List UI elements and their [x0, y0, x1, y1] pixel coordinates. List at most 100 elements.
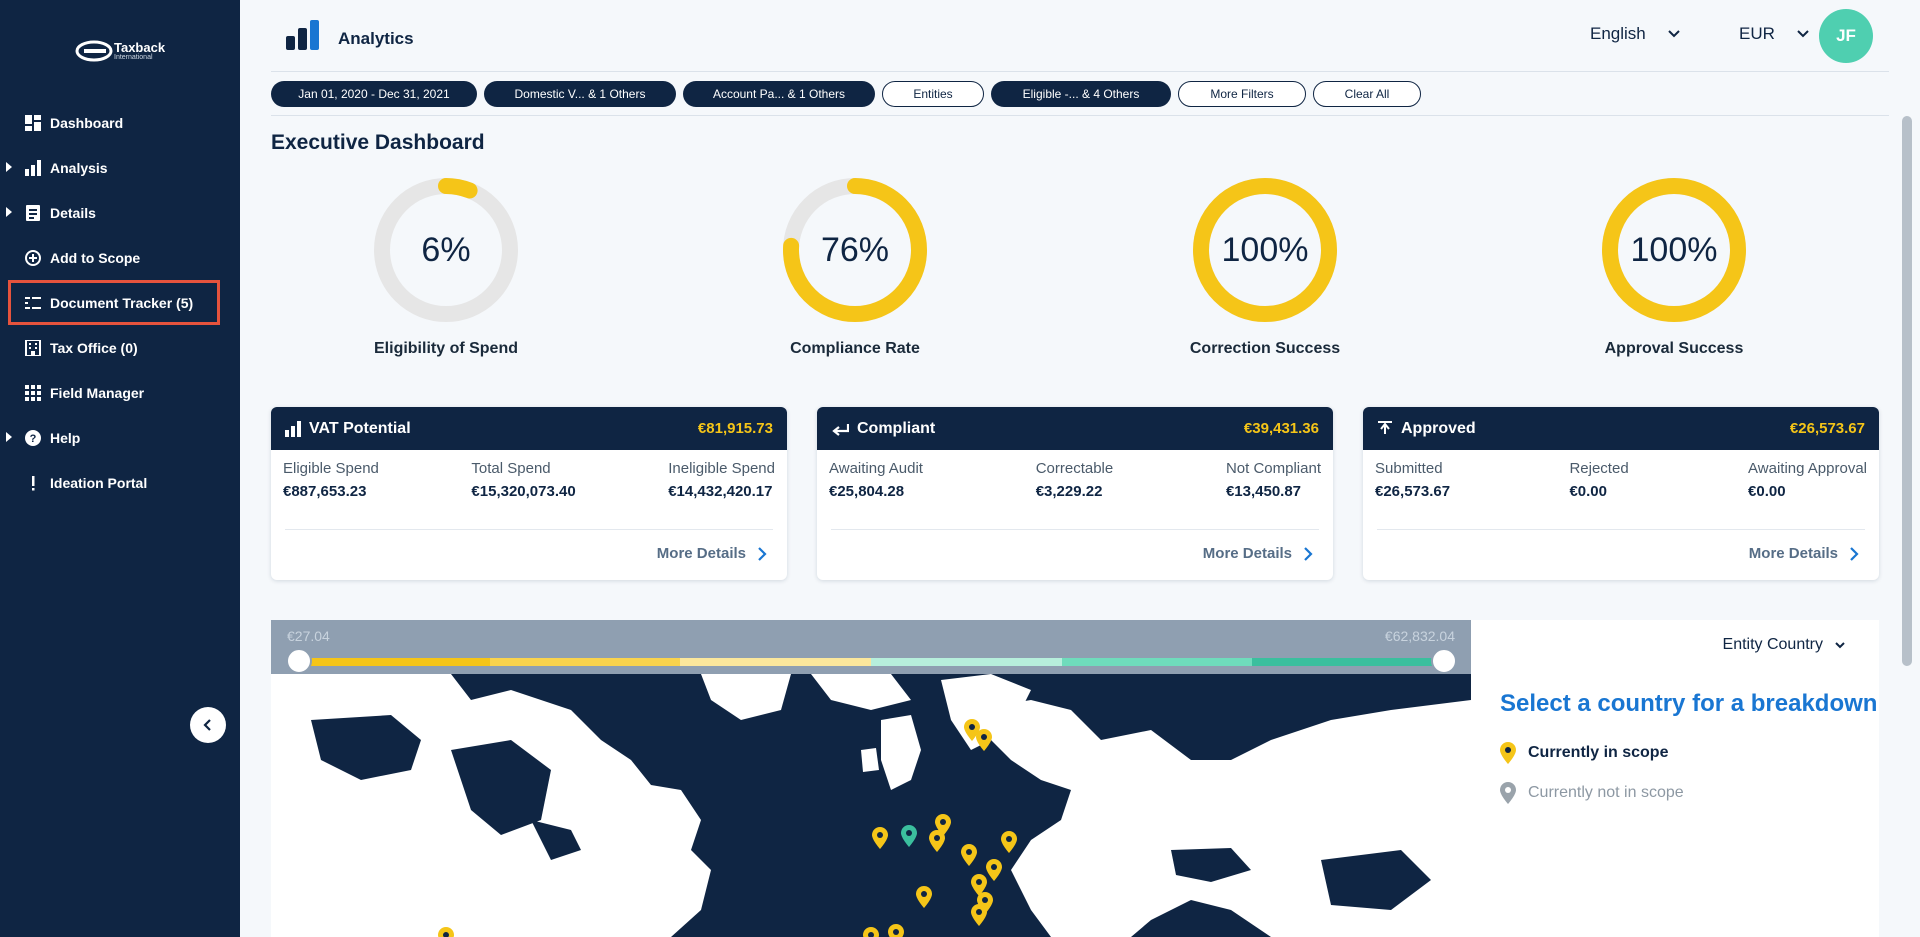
pin-icon: [438, 927, 454, 937]
filter-chip[interactable]: Jan 01, 2020 - Dec 31, 2021: [271, 81, 477, 107]
currency-selector[interactable]: EUR: [1739, 24, 1809, 44]
page-header-title: Analytics: [338, 29, 414, 48]
sidebar-item-label: Document Tracker (5): [50, 294, 194, 311]
sidebar-item-add-to-scope[interactable]: Add to Scope: [0, 235, 240, 280]
summary-card: Approved €26,573.67 Submitted €26,573.67 Rej…: [1363, 407, 1879, 580]
dashboard-title: Executive Dashboard: [271, 131, 485, 154]
pin-icon: [971, 904, 987, 926]
card-metric-value: €26,573.67: [1375, 483, 1451, 500]
pin-icon: [1001, 831, 1017, 853]
sidebar-item-label: Help: [50, 429, 81, 446]
sidebar-item-label: Analysis: [50, 159, 108, 176]
pin-yellow-icon: [1500, 742, 1516, 764]
filter-chip[interactable]: Clear All: [1313, 81, 1421, 107]
expand-caret-icon: [6, 432, 12, 442]
more-details-link[interactable]: More Details: [1203, 545, 1313, 562]
sidebar-item-dashboard[interactable]: Dashboard: [0, 100, 240, 145]
help-icon: ?: [24, 429, 42, 447]
filter-chip[interactable]: Entities: [882, 81, 984, 107]
card-metric: Ineligible Spend €14,432,420.17: [668, 460, 775, 500]
map-pin[interactable]: [901, 825, 917, 847]
range-min-handle[interactable]: [286, 648, 312, 674]
collapse-sidebar-button[interactable]: [190, 707, 226, 743]
sidebar-item-label: Field Manager: [50, 384, 145, 401]
world-map[interactable]: €27.04 €62,832.04: [271, 620, 1471, 937]
more-details-link[interactable]: More Details: [657, 545, 767, 562]
map-pin[interactable]: [1001, 831, 1017, 853]
sidebar-item-analysis[interactable]: Analysis: [0, 145, 240, 190]
card-metric-value: €14,432,420.17: [668, 483, 773, 500]
breakdown-heading: Select a country for a breakdown: [1500, 690, 1878, 717]
sidebar-item-details[interactable]: Details: [0, 190, 240, 235]
pin-icon: [976, 729, 992, 751]
map-pin[interactable]: [888, 924, 904, 937]
analytics-app-icon: [286, 18, 328, 52]
map-pin[interactable]: [935, 814, 951, 836]
map-pin[interactable]: [961, 844, 977, 866]
gauge-label: Correction Success: [1189, 340, 1341, 357]
card-metric: Awaiting Approval €0.00: [1748, 460, 1867, 500]
filter-chip[interactable]: More Filters: [1178, 81, 1306, 107]
sidebar-item-field-manager[interactable]: Field Manager: [0, 370, 240, 415]
card-metric-label: Awaiting Approval: [1748, 460, 1867, 477]
range-max-handle[interactable]: [1431, 648, 1457, 674]
map-pin[interactable]: [438, 927, 454, 937]
pin-icon: [888, 924, 904, 937]
entity-country-dropdown[interactable]: Entity Country: [1723, 636, 1845, 654]
card-metrics: Submitted €26,573.67 Rejected €0.00 Awaiting…: [1363, 450, 1879, 500]
sidebar-item-document-tracker-5[interactable]: Document Tracker (5): [8, 280, 220, 325]
card-metric-label: Rejected: [1569, 460, 1629, 477]
card-divider: [285, 529, 773, 530]
gauge: 76%: [780, 175, 930, 325]
more-details-link[interactable]: More Details: [1749, 545, 1859, 562]
card-metric-value: €0.00: [1569, 483, 1607, 500]
card-metric-label: Ineligible Spend: [668, 460, 775, 477]
map-pin[interactable]: [971, 904, 987, 926]
sidebar-nav: Dashboard Analysis Details Add to Scope Docu…: [0, 100, 240, 505]
filter-chip[interactable]: Domestic V... & 1 Others: [484, 81, 676, 107]
map-pin[interactable]: [863, 927, 879, 937]
header-divider: [271, 71, 1889, 72]
exclamation-icon: [24, 474, 42, 492]
map-pin[interactable]: [976, 729, 992, 751]
card-amount: €81,915.73: [697, 420, 773, 437]
chevron-right-icon: [1304, 546, 1313, 561]
pin-icon: [986, 859, 1002, 881]
card-metric-label: Correctable: [1035, 460, 1114, 477]
summary-card: Compliant €39,431.36 Awaiting Audit €25,804…: [817, 407, 1333, 580]
page-scrollbar[interactable]: [1902, 116, 1912, 666]
more-details-label: More Details: [656, 545, 746, 562]
gauge-value: 100%: [1221, 230, 1309, 269]
legend-not-in-scope: Currently not in scope: [1500, 782, 1684, 804]
filter-chip[interactable]: Eligible -... & 4 Others: [991, 81, 1171, 107]
map-pin[interactable]: [916, 886, 932, 908]
bar-chart-icon: [285, 420, 301, 437]
expand-caret-icon: [6, 207, 12, 217]
language-selector[interactable]: English: [1590, 24, 1680, 44]
document-list-icon: [24, 204, 42, 222]
card-amount: €26,573.67: [1789, 420, 1865, 437]
sidebar-item-ideation-portal[interactable]: Ideation Portal: [0, 460, 240, 505]
sidebar-item-tax-office-0[interactable]: Tax Office (0): [0, 325, 240, 370]
legend-in-scope-label: Currently in scope: [1528, 744, 1669, 761]
sidebar-item-help[interactable]: ? Help: [0, 415, 240, 460]
upload-icon: [1377, 420, 1393, 437]
card-metric-value: €25,804.28: [829, 483, 905, 500]
card-metric-label: Eligible Spend: [283, 460, 379, 477]
gauge-label: Eligibility of Spend: [374, 340, 518, 357]
pin-icon: [872, 827, 888, 849]
filter-chip[interactable]: Account Pa... & 1 Others: [683, 81, 875, 107]
gauge-value: 6%: [421, 230, 471, 269]
map-pin[interactable]: [872, 827, 888, 849]
sidebar-item-label: Tax Office (0): [50, 339, 138, 356]
user-avatar[interactable]: JF: [1819, 9, 1873, 63]
card-metric-value: €887,653.23: [283, 483, 367, 500]
card-metric: Rejected €0.00: [1569, 460, 1628, 500]
taxback-logo[interactable]: Taxback International: [74, 36, 174, 70]
card-metric-label: Submitted: [1375, 460, 1443, 477]
map-pin[interactable]: [986, 859, 1002, 881]
gauge-label: Compliance Rate: [790, 340, 920, 357]
card-metric: Submitted €26,573.67: [1375, 460, 1450, 500]
gauge: 6%: [371, 175, 521, 325]
legend-in-scope: Currently in scope: [1500, 742, 1668, 764]
